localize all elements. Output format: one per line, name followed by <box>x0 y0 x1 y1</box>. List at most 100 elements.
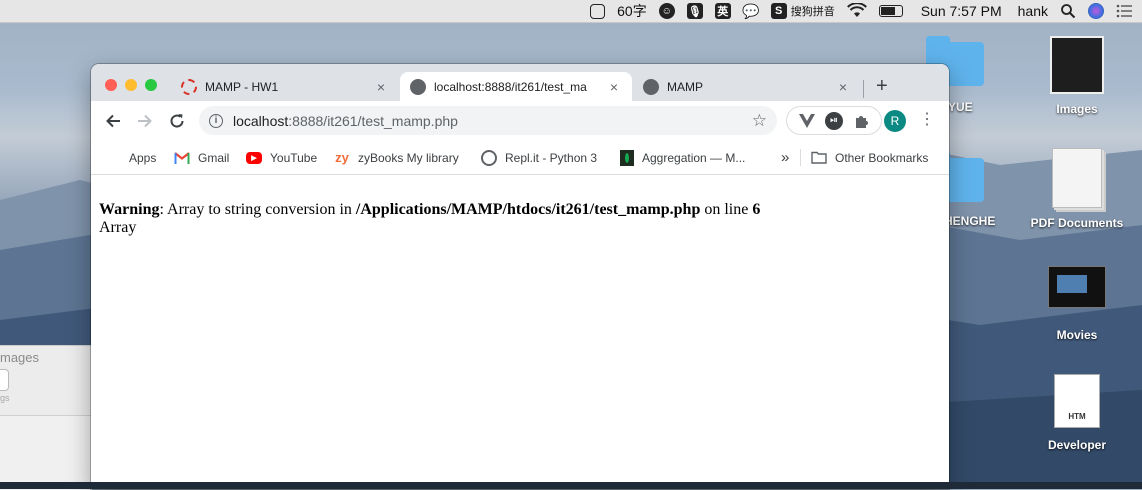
close-window-button[interactable] <box>105 79 117 91</box>
desktop-icon-images[interactable]: Images <box>1035 36 1119 116</box>
desktop-icon-pdf-documents[interactable]: PDF Documents <box>1025 148 1129 230</box>
extensions-puzzle-icon[interactable] <box>852 112 870 130</box>
tab-separator <box>863 80 864 98</box>
desktop-icon-movies[interactable]: Movies <box>1040 266 1114 342</box>
tab-localhost-test-mamp[interactable]: localhost:8888/it261/test_ma × <box>400 72 632 101</box>
document-icon <box>1050 36 1104 94</box>
address-bar[interactable]: i localhost:8888/it261/test_mamp.php ☆ <box>199 106 777 135</box>
word-count-status[interactable]: 60字 <box>611 0 653 22</box>
background-finder-window[interactable]: mages gs <box>0 345 92 490</box>
mamp-favicon-icon <box>181 78 197 95</box>
bookmarks-separator <box>800 149 801 166</box>
warning-label: Warning <box>99 201 160 218</box>
browser-toolbar: i localhost:8888/it261/test_mamp.php ☆ ⏯… <box>91 101 949 141</box>
sogou-input-menu[interactable]: S 搜狗拼音 <box>765 0 841 22</box>
bookmark-label: Gmail <box>198 150 230 165</box>
dock-edge <box>0 482 1142 489</box>
globe-favicon-icon <box>410 78 426 95</box>
screenshot-menu-icon[interactable] <box>584 0 611 22</box>
tab-title: MAMP - HW1 <box>205 79 279 94</box>
apps-grid-icon <box>105 150 121 166</box>
bookmark-youtube[interactable]: ▶ YouTube <box>246 141 317 174</box>
youtube-icon: ▶ <box>246 151 262 164</box>
desktop-icon-label: Developer <box>1047 438 1107 452</box>
desktop-icon-label: Movies <box>1056 328 1098 342</box>
reload-icon <box>170 114 184 128</box>
bookmark-zybooks[interactable]: zy zyBooks My library <box>334 141 459 174</box>
user-menu[interactable]: hank <box>1008 0 1054 22</box>
bookmark-label: Apps <box>129 150 157 165</box>
notification-center-icon[interactable] <box>1110 0 1142 22</box>
tab-mamp-hw1[interactable]: MAMP - HW1 × <box>171 72 399 101</box>
warning-on-line-text: on line <box>700 201 753 218</box>
url-path: :8888/it261/test_mamp.php <box>288 112 458 129</box>
bookmark-gmail[interactable]: Gmail <box>174 141 229 174</box>
bookmark-replit[interactable]: Repl.it - Python 3 <box>481 141 597 174</box>
microphone-icon[interactable]: 🎙 <box>681 0 709 22</box>
warning-file-path: /Applications/MAMP/htdocs/it261/test_mam… <box>355 201 701 218</box>
finder-window-title: mages <box>0 350 40 365</box>
bookmark-label: YouTube <box>270 150 318 165</box>
bookmark-aggregation[interactable]: Aggregation — M... <box>620 141 745 174</box>
vue-devtools-extension-icon[interactable] <box>798 112 816 130</box>
close-tab-icon[interactable]: × <box>835 79 851 95</box>
sogou-icon: S <box>770 3 787 19</box>
page-content: Warning: Array to string conversion in /… <box>91 175 949 489</box>
close-tab-icon[interactable]: × <box>373 79 389 95</box>
profile-avatar[interactable]: R <box>884 110 906 132</box>
tab-title: localhost:8888/it261/test_ma <box>434 79 587 94</box>
forward-arrow-icon <box>138 114 152 128</box>
bookmark-star-icon[interactable]: ☆ <box>752 111 767 131</box>
mongodb-leaf-icon <box>620 149 634 166</box>
document-stack-icon <box>1052 148 1102 208</box>
extensions-area: ⏯ <box>786 106 882 135</box>
back-arrow-icon <box>106 114 120 128</box>
desktop-icon-developer[interactable]: HTM Developer <box>1040 374 1114 452</box>
battery-icon[interactable] <box>873 0 909 22</box>
folder-icon <box>811 150 827 166</box>
forward-button[interactable] <box>133 109 157 133</box>
bookmarks-bar: Apps Gmail ▶ YouTube zy zyBooks My libra… <box>91 141 949 175</box>
finder-path-label: gs <box>0 393 10 403</box>
movie-thumbnail-icon <box>1048 266 1106 308</box>
reload-button[interactable] <box>165 109 189 133</box>
bookmark-label: Repl.it - Python 3 <box>505 150 598 165</box>
tab-title: MAMP <box>667 79 703 94</box>
desktop-icon-label: PDF Documents <box>1030 216 1124 230</box>
url-text[interactable]: localhost:8888/it261/test_mamp.php <box>233 113 458 129</box>
input-method-indicator[interactable]: 英 <box>709 0 737 22</box>
warning-text: : Array to string conversion in <box>159 201 356 218</box>
minimize-window-button[interactable] <box>125 79 137 91</box>
tab-strip: MAMP - HW1 × localhost:8888/it261/test_m… <box>91 64 949 101</box>
gmail-icon <box>174 150 190 166</box>
chrome-menu-icon[interactable]: ⋮ <box>919 110 935 130</box>
back-button[interactable] <box>101 109 125 133</box>
wifi-icon[interactable] <box>841 0 873 22</box>
wechat-icon[interactable]: 💬 <box>737 0 765 22</box>
zoom-window-button[interactable] <box>145 79 157 91</box>
bookmark-apps[interactable]: Apps <box>105 141 156 174</box>
php-output-text: Array <box>99 219 137 236</box>
finder-search-field[interactable] <box>0 369 9 391</box>
php-warning-message: Warning: Array to string conversion in /… <box>99 201 760 219</box>
spotlight-search-icon[interactable] <box>1054 0 1082 22</box>
warning-line-number: 6 <box>752 201 761 218</box>
close-tab-icon[interactable]: × <box>606 79 622 95</box>
clock[interactable]: Sun 7:57 PM <box>909 0 1008 22</box>
bookmark-other-bookmarks[interactable]: Other Bookmarks <box>811 141 928 174</box>
emoji-icon[interactable]: ☺ <box>653 0 681 22</box>
chrome-window[interactable]: MAMP - HW1 × localhost:8888/it261/test_m… <box>91 64 949 489</box>
bookmarks-overflow-button[interactable]: » <box>781 141 789 174</box>
siri-icon[interactable] <box>1082 0 1110 22</box>
sogou-label: 搜狗拼音 <box>790 6 835 18</box>
bookmark-label: zyBooks My library <box>358 150 459 165</box>
tab-mamp[interactable]: MAMP × <box>633 72 861 101</box>
url-host: localhost <box>233 112 289 129</box>
media-extension-icon[interactable]: ⏯ <box>824 111 843 130</box>
replit-icon <box>481 149 497 166</box>
globe-favicon-icon <box>643 78 659 95</box>
site-info-icon[interactable]: i <box>209 113 223 128</box>
desktop-icon-label: Images <box>1056 102 1098 116</box>
new-tab-button[interactable]: + <box>876 76 888 96</box>
finder-toolbar: mages gs <box>0 346 92 416</box>
